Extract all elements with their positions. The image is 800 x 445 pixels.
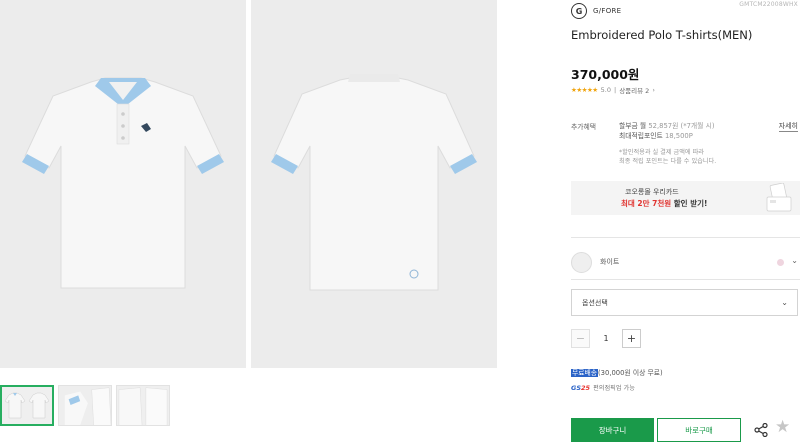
credit-card-icon: [766, 183, 792, 212]
color-selector[interactable]: 화이트 ⌄: [571, 251, 800, 273]
rating-stars-icon: ★★★★★: [571, 86, 598, 94]
product-gallery: [0, 0, 500, 445]
chevron-right-icon: ›: [652, 86, 655, 94]
gs25-logo-suffix: 25: [581, 383, 591, 392]
installment-amount: 52,857원: [648, 122, 679, 130]
benefit-note-line2: 최종 적립 포인트는 다를 수 있습니다.: [619, 158, 717, 165]
gs25-pickup-text: 편의점픽업 가능: [593, 385, 635, 392]
card-promo-rest: 할인 받기!: [671, 199, 708, 208]
rating-row: ★★★★★ 5.0 | 상품리뷰 2 ›: [571, 85, 655, 95]
benefit-label: 추가혜택: [571, 123, 597, 131]
chevron-down-icon: ⌄: [781, 298, 788, 307]
thumbnail-strip: [0, 385, 170, 426]
free-shipping-label: 무료배송: [571, 369, 599, 377]
card-promo-highlight: 최대 2만 7천원: [621, 199, 672, 208]
product-info-panel: GMTCM22008WHX G G/FORE Embroidered Polo …: [571, 0, 800, 445]
gs25-logo-icon: GS25: [571, 384, 590, 392]
product-price: 370,000원: [571, 67, 640, 82]
quantity-increase-button[interactable]: +: [622, 329, 641, 348]
thumbnail-image: [117, 386, 169, 425]
free-shipping-condition: (30,000원 이상 무료): [598, 369, 663, 377]
buy-now-button[interactable]: 바로구매: [657, 418, 741, 442]
rating-value: 5.0: [600, 86, 611, 94]
share-icon[interactable]: [754, 423, 768, 437]
wishlist-star-icon[interactable]: ★: [775, 419, 790, 436]
thumbnail-front-back[interactable]: [0, 385, 54, 426]
card-promo-line1: 코오롱몰 우리카드: [625, 188, 679, 196]
thumbnail-image: [59, 386, 111, 425]
brand-row[interactable]: G G/FORE: [571, 3, 621, 19]
quantity-decrease-button[interactable]: −: [571, 329, 590, 348]
benefit-body: 할부금 월 52,857원 (*7개월 시) 최대적립포인트 18,500P: [619, 121, 715, 141]
points-value: 18,500P: [664, 132, 693, 140]
section-divider: [571, 279, 800, 280]
product-title: Embroidered Polo T-shirts(MEN): [571, 28, 753, 42]
shipping-info: 무료배송(30,000원 이상 무료): [571, 367, 663, 377]
review-link[interactable]: 상품리뷰 2: [619, 85, 649, 95]
color-dot-icon: [777, 259, 784, 266]
polo-back-illustration: [271, 74, 477, 291]
color-name: 화이트: [600, 258, 620, 266]
option-select[interactable]: 옵션선택 ⌄: [571, 289, 798, 316]
quantity-value[interactable]: 1: [590, 334, 622, 343]
points-line: 최대적립포인트 18,500P: [619, 131, 715, 141]
add-to-cart-button[interactable]: 장바구니: [571, 418, 654, 442]
polo-front-image[interactable]: [0, 0, 246, 368]
benefit-note-line1: *할인적용과 실 결제 금액에 따라: [619, 149, 704, 156]
polo-front-illustration: [22, 77, 224, 289]
card-promo-line2: 최대 2만 7천원 할인 받기!: [621, 198, 707, 209]
product-code: GMTCM22008WHX: [739, 1, 798, 8]
installment-suffix: (*7개월 시): [678, 122, 715, 130]
gs25-pickup-info: GS25 편의점픽업 가능: [571, 383, 635, 393]
gs25-logo-prefix: GS: [571, 383, 582, 392]
thumbnail-collar-detail[interactable]: [58, 385, 112, 426]
option-select-placeholder: 옵션선택: [582, 298, 608, 307]
quantity-stepper: − 1 +: [571, 329, 641, 348]
installment-prefix: 할부금 월: [619, 122, 649, 130]
brand-logo-icon: G: [571, 3, 587, 19]
section-divider: [571, 237, 800, 238]
polo-back-image[interactable]: [251, 0, 497, 368]
installment-line: 할부금 월 52,857원 (*7개월 시): [619, 121, 715, 131]
points-label: 최대적립포인트: [619, 132, 665, 140]
card-promo-banner[interactable]: 코오롱몰 우리카드 최대 2만 7천원 할인 받기!: [571, 181, 800, 215]
thumbnail-sleeve-detail[interactable]: [116, 385, 170, 426]
separator: |: [613, 86, 617, 94]
benefit-note: *할인적용과 실 결제 금액에 따라 최종 적립 포인트는 다를 수 있습니다.: [619, 148, 716, 166]
chevron-down-icon[interactable]: ⌄: [791, 256, 798, 265]
brand-name[interactable]: G/FORE: [593, 7, 621, 15]
benefit-detail-link[interactable]: 자세히: [778, 121, 798, 132]
thumbnail-image: [4, 392, 50, 419]
color-swatch-white[interactable]: [571, 251, 592, 273]
